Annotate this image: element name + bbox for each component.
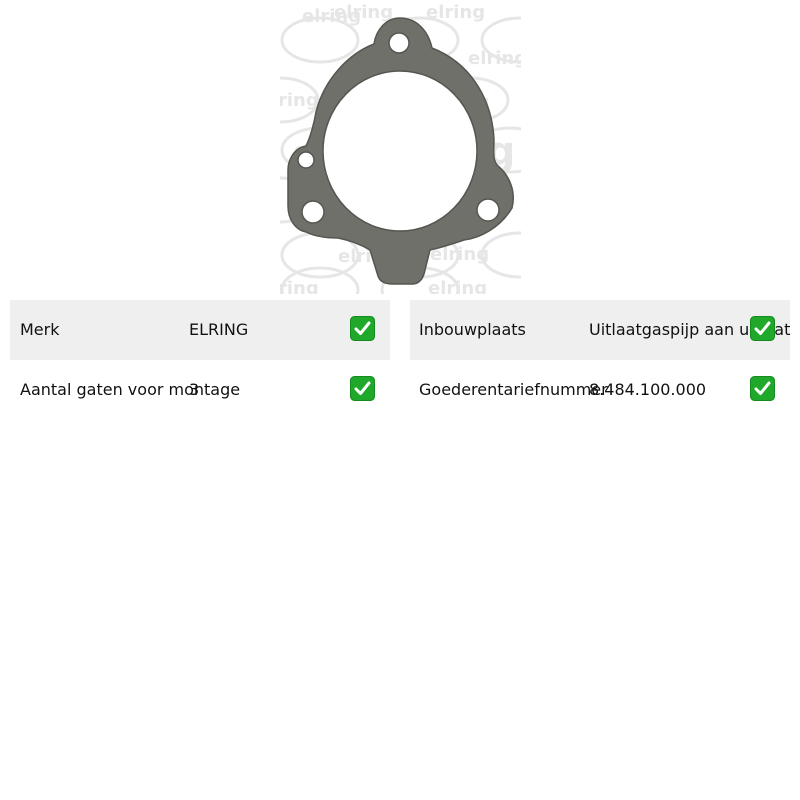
spec-column-left: Merk ELRING Aantal gaten voor montage 3 [10,300,390,420]
check-mark-icon [750,376,775,401]
spec-column-right: Inbouwplaats Uitlaatgaspijp aan uitlaatg… [410,300,790,420]
spec-label: Aantal gaten voor montage [20,380,241,399]
check-mark-icon [350,376,375,401]
svg-text:elring: elring [426,2,485,23]
spec-row-goederentariefnummer: Goederentariefnummer 8.484.100.000 [410,360,790,420]
svg-text:elring: elring [334,2,393,23]
check-mark-icon [350,316,375,341]
svg-text:elring: elring [468,48,521,69]
gasket-bolt-hole-small [297,151,315,169]
gasket-bolt-hole-left [301,200,325,224]
gasket-bolt-hole-top [388,32,410,54]
page: elring elring elring elring ring elring … [0,0,800,800]
spec-label: Merk [20,320,60,339]
spec-label: Goederentariefnummer [419,380,608,399]
product-image: elring elring elring elring ring elring … [280,0,521,294]
svg-text:elring: elring [428,278,487,294]
spec-row-inbouwplaats: Inbouwplaats Uitlaatgaspijp aan uitlaatg… [410,300,790,360]
gasket-image: elring elring elring elring ring elring … [280,2,521,294]
svg-text:ring: ring [280,278,319,294]
check-mark-icon [750,316,775,341]
spec-value: 3 [189,380,200,399]
spec-value: ELRING [189,320,249,339]
gasket-bolt-hole-right [476,198,500,222]
spec-value: 8.484.100.000 [589,380,707,399]
gasket-center-opening [322,70,478,232]
spec-row-aantal-gaten: Aantal gaten voor montage 3 [10,360,390,420]
spec-row-merk: Merk ELRING [10,300,390,360]
spec-label: Inbouwplaats [419,320,526,339]
svg-text:ring: ring [280,90,319,111]
